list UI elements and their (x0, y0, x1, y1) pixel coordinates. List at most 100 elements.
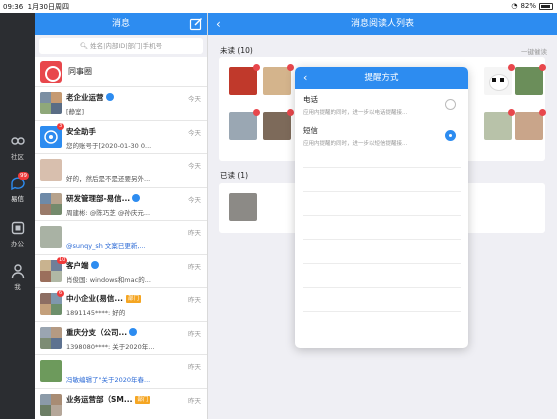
me-icon (11, 264, 24, 279)
row-time: 今天 (188, 195, 201, 204)
row-preview: 肖俊国: windows和mac的... (66, 275, 151, 284)
colleague-circle-icon (40, 60, 62, 83)
avatar[interactable] (515, 109, 546, 140)
avatar (40, 159, 62, 181)
list-item[interactable]: 3 安全助手 今天 您的账号于[2020-01-30 0... (35, 121, 207, 154)
status-dot (539, 109, 546, 116)
row-preview: [静室] (66, 108, 85, 116)
row-preview: 1398080****: 关于2020年... (66, 342, 155, 351)
row-title: 业务运营部（SM... 部门 (66, 394, 151, 405)
list-item[interactable]: 昨天 冯敏编辑了"关于2020年春... (35, 355, 207, 389)
list-item[interactable]: 研发管理部-易信... 今天 周建彬: @陈巧芝 @孙庆元... (35, 188, 207, 221)
radio-button-selected[interactable] (445, 130, 456, 141)
list-item[interactable]: 10 客户端 昨天 肖俊国: windows和mac的... (35, 255, 207, 288)
row-title-text: 客户端 (66, 260, 89, 270)
message-list-pane: 消息 🔍︎ 姓名|内部ID|部门|手机号 同事圈 老企业运营 今天 [静室] 3… (35, 13, 208, 419)
radio-button[interactable] (445, 99, 456, 110)
back-icon[interactable]: ‹ (216, 13, 221, 35)
row-title: 中小企业(易信... 部门 (66, 293, 141, 304)
avatar[interactable] (229, 193, 257, 221)
message-header: 消息 (35, 13, 207, 35)
row-time: 昨天 (188, 296, 201, 304)
list-item[interactable]: 昨天 @sunqy_sh 文案已更新,... (35, 221, 207, 255)
avatar[interactable] (229, 64, 260, 95)
row-time: 昨天 (188, 363, 201, 371)
verified-icon (129, 327, 138, 336)
row-title-text: 老企业运营 (66, 93, 104, 102)
search-input[interactable]: 🔍︎ 姓名|内部ID|部门|手机号 (39, 38, 203, 54)
rail-item-office[interactable]: 办公 (0, 220, 35, 248)
list-item[interactable]: 6 中小企业(易信... 部门 昨天 1891145****: 好的 (35, 288, 207, 322)
avatar (40, 326, 62, 349)
avatar (40, 92, 62, 114)
row-title: 安全助手 (66, 126, 96, 136)
clock: 09:36 (3, 3, 24, 11)
row-title: 研发管理部-易信... (66, 193, 141, 204)
reminder-option-sms[interactable]: 短信 应用内提醒的同时，进一步以短信提醒接... (295, 120, 468, 151)
battery-icon (539, 2, 553, 10)
unread-count: 未读 (10) (220, 46, 253, 55)
date: 1月30日周四 (27, 3, 70, 11)
rail-item-me[interactable]: 我 (0, 263, 35, 291)
back-icon[interactable]: ‹ (303, 67, 307, 89)
row-preview: 1891145****: 好的 (66, 309, 126, 317)
search-placeholder: 姓名|内部ID|部门|手机号 (90, 42, 163, 50)
list-item[interactable]: 业务运营部（SM... 部门 昨天 (35, 389, 207, 419)
rail-item-chat[interactable]: 99 易信 (0, 172, 35, 203)
status-dot (508, 64, 515, 71)
row-time: 昨天 (188, 329, 201, 338)
row-time: 今天 (188, 128, 201, 137)
message-title: 消息 (111, 19, 130, 29)
rail-item-community[interactable]: 社区 (0, 133, 35, 161)
avatar[interactable] (484, 109, 515, 140)
divider (303, 239, 461, 240)
list-item[interactable]: 今天 好的，然后是不是还要另外... (35, 154, 207, 188)
list-item[interactable]: 老企业运营 今天 [静室] (35, 87, 207, 121)
option-desc: 应用内提醒的同时，进一步以短信提醒接... (303, 141, 408, 147)
avatar[interactable] (263, 64, 294, 95)
row-title: 客户端 (66, 260, 99, 271)
row-time: 昨天 (188, 229, 201, 237)
list-item[interactable]: 重庆分支（公司... 昨天 1398080****: 关于2020年... (35, 322, 207, 355)
avatar[interactable] (263, 109, 294, 140)
verified-icon (90, 260, 99, 269)
reminder-option-phone[interactable]: 电话 应用内提醒的同时，进一步以电话提醒接... (295, 89, 468, 120)
wifi-icon: ◔ (511, 2, 518, 10)
row-preview: 好的，然后是不是还要另外... (66, 175, 151, 183)
status-bar: 09:36 1月30日周四 ◔ 82% (0, 0, 557, 13)
status-dot (253, 109, 260, 116)
row-title: 老企业运营 (66, 92, 114, 103)
divider (303, 215, 461, 216)
compose-icon[interactable] (189, 17, 203, 31)
unread-badge: 6 (57, 290, 65, 297)
avatar[interactable] (229, 109, 260, 140)
battery-percent: 82% (520, 2, 536, 10)
verified-icon (105, 93, 114, 101)
option-name: 电话 (303, 95, 318, 104)
department-tag: 部门 (125, 295, 141, 303)
divider (303, 167, 461, 168)
row-title-text: 中小企业(易信... (66, 294, 123, 303)
divider (303, 311, 461, 312)
divider (303, 287, 461, 288)
row-preview: 您的账号于[2020-01-30 0... (66, 141, 152, 150)
colleague-circle-label: 同事圈 (68, 67, 92, 76)
avatar[interactable] (515, 64, 546, 95)
status-dot (287, 64, 294, 71)
option-desc: 应用内提醒的同时，进一步以电话提醒接... (303, 110, 408, 116)
left-rail: 社区 99 易信 办公 我 (0, 13, 35, 419)
avatar[interactable] (484, 64, 515, 95)
status-dot (253, 64, 260, 71)
colleague-circle-entry[interactable]: 同事圈 (35, 57, 207, 87)
reminder-title: 提醒方式 (364, 73, 399, 83)
avatar (40, 393, 62, 416)
row-time: 昨天 (188, 262, 201, 271)
urge-all-button[interactable]: 一键催读 (521, 46, 547, 56)
rail-label: 社区 (11, 153, 24, 161)
read-count: 已读 (1) (220, 171, 249, 180)
status-dot (539, 64, 546, 71)
divider (303, 263, 461, 264)
reader-title: 消息阅读人列表 (350, 19, 414, 29)
row-time: 今天 (188, 95, 201, 103)
rail-label: 我 (14, 283, 21, 291)
